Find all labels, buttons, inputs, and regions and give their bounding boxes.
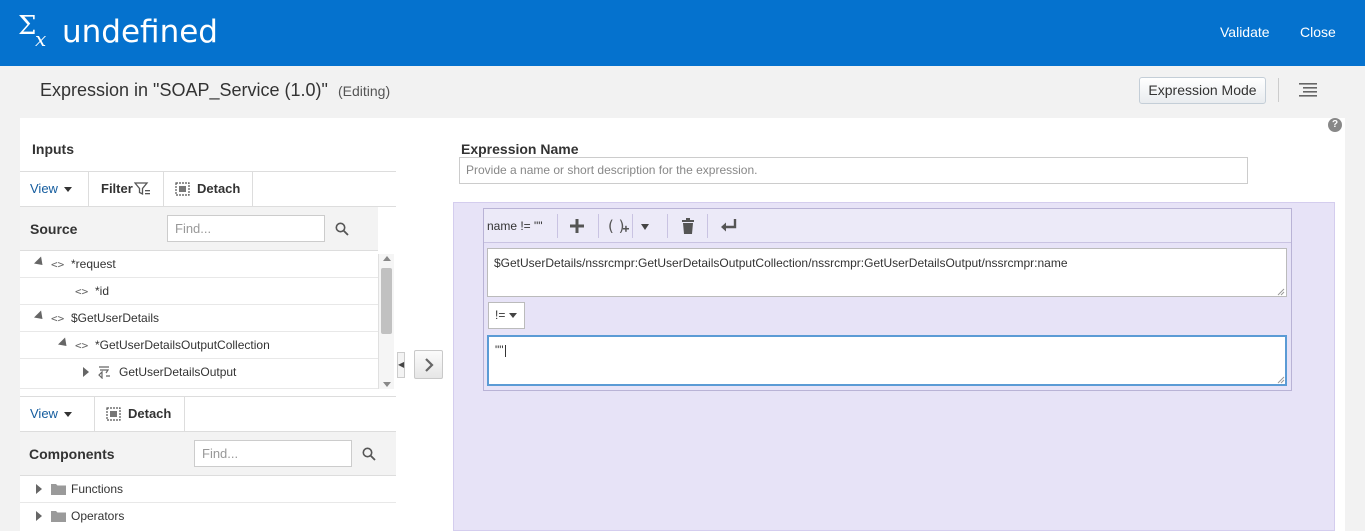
- search-icon[interactable]: [362, 447, 376, 461]
- view-menu[interactable]: View: [30, 172, 72, 206]
- resize-grip-icon[interactable]: [1277, 288, 1285, 296]
- tree-item-label: *GetUserDetailsOutputCollection: [95, 338, 270, 352]
- xml-element-icon: <>: [75, 285, 89, 298]
- divider: [557, 214, 558, 238]
- expand-down-icon[interactable]: [57, 337, 71, 350]
- expand-down-icon[interactable]: [33, 310, 47, 323]
- detach-label: Detach: [197, 181, 241, 196]
- scroll-thumb[interactable]: [381, 268, 392, 334]
- condition-toolbar: name != "" ( ): [484, 209, 1291, 243]
- view-menu[interactable]: View: [30, 397, 72, 431]
- left-operand-field[interactable]: $GetUserDetails/nssrcmpr:GetUserDetailsO…: [487, 248, 1287, 297]
- chevron-down-icon: [63, 412, 72, 418]
- tree-row-functions[interactable]: Functions: [20, 476, 396, 503]
- expression-title: Expression in "SOAP_Service (1.0)": [40, 80, 328, 100]
- operator-select[interactable]: !=: [488, 302, 525, 329]
- inputs-toolbar: View Filter Detach: [20, 171, 396, 207]
- xml-element-icon: <>: [75, 339, 89, 352]
- inputs-heading: Inputs: [32, 141, 74, 157]
- tree-row-output-collection[interactable]: <> *GetUserDetailsOutputCollection: [20, 332, 378, 359]
- svg-text:x: x: [35, 27, 46, 50]
- scroll-down-icon[interactable]: [383, 382, 391, 387]
- svg-text:( ): ( ): [608, 217, 624, 235]
- source-label: Source: [30, 221, 78, 237]
- view-label: View: [30, 181, 58, 196]
- tree-row-operators[interactable]: Operators: [20, 503, 396, 530]
- sigma-x-logo-icon: Σ x: [18, 11, 46, 50]
- expand-down-icon[interactable]: [33, 256, 47, 269]
- tree-row-id[interactable]: <> *id: [20, 278, 378, 305]
- add-group-icon[interactable]: ( ): [608, 217, 630, 235]
- divider: [163, 172, 164, 206]
- filter-label: Filter: [101, 181, 133, 196]
- tree-row-output[interactable]: GetUserDetailsOutput: [20, 359, 378, 389]
- folder-icon: [51, 484, 66, 495]
- search-icon[interactable]: [335, 222, 349, 236]
- tree-row-request[interactable]: <> *request: [20, 251, 378, 278]
- expression-name-input[interactable]: Provide a name or short description for …: [459, 157, 1248, 184]
- text-caret: [504, 344, 506, 357]
- tree-item-label: *id: [95, 284, 110, 298]
- expand-right-icon[interactable]: [83, 367, 89, 377]
- xml-element-icon: <>: [51, 312, 65, 325]
- folder-icon: [51, 511, 66, 522]
- divider: [252, 172, 253, 206]
- tree-item-label: GetUserDetailsOutput: [119, 365, 237, 379]
- tree-row-getuserdetails[interactable]: <> $GetUserDetails: [20, 305, 378, 332]
- help-icon[interactable]: ?: [1328, 118, 1342, 132]
- filter-icon: [134, 182, 150, 196]
- validate-button[interactable]: Validate: [1220, 24, 1270, 40]
- insert-into-expression-button[interactable]: [414, 350, 443, 379]
- source-header: Source Find...: [20, 207, 378, 251]
- trash-icon[interactable]: [679, 217, 697, 235]
- menu-lines-icon[interactable]: [1299, 82, 1317, 98]
- divider: [598, 214, 599, 238]
- view-label: View: [30, 406, 58, 421]
- expression-mode-button[interactable]: Expression Mode: [1139, 77, 1266, 104]
- filter-button[interactable]: Filter: [101, 172, 150, 206]
- detach-icon: [175, 182, 190, 196]
- tree-item-label: *request: [71, 257, 116, 271]
- detach-label: Detach: [128, 406, 172, 421]
- chevron-down-icon: [63, 187, 72, 193]
- condition-summary: name != "": [487, 219, 543, 233]
- chevron-down-icon[interactable]: [641, 224, 649, 230]
- editing-status: (Editing): [338, 83, 391, 99]
- right-operand-field[interactable]: "": [487, 335, 1287, 386]
- operator-value: !=: [495, 308, 506, 322]
- tree-item-label: Operators: [71, 509, 125, 523]
- right-operand-value: "": [495, 343, 504, 357]
- page-title: undefined: [62, 14, 218, 50]
- chevron-down-icon: [509, 313, 518, 319]
- divider: [94, 397, 95, 431]
- expression-name-label: Expression Name: [461, 141, 579, 157]
- components-header: Components Find...: [20, 432, 396, 476]
- detach-icon: [106, 407, 121, 421]
- close-button[interactable]: Close: [1300, 24, 1336, 40]
- scroll-up-icon[interactable]: [383, 256, 391, 261]
- divider: [88, 172, 89, 206]
- enter-return-icon[interactable]: [720, 217, 738, 235]
- divider: [184, 397, 185, 431]
- divider: [632, 214, 633, 238]
- components-label: Components: [29, 446, 115, 462]
- collapse-left-icon[interactable]: ◀: [397, 352, 405, 378]
- add-icon[interactable]: [568, 217, 586, 235]
- complex-type-icon: [98, 366, 110, 379]
- divider: [667, 214, 668, 238]
- divider: [707, 214, 708, 238]
- app-header: Σ x undefined Validate Close: [0, 0, 1365, 66]
- resize-grip-icon[interactable]: [1277, 376, 1285, 384]
- expand-right-icon[interactable]: [36, 511, 42, 521]
- tree-item-label: $GetUserDetails: [71, 311, 160, 325]
- toolbar-divider: [1278, 78, 1279, 102]
- svg-text:Σ: Σ: [18, 11, 36, 41]
- tree-item-label: Functions: [71, 482, 124, 496]
- xml-element-icon: <>: [51, 258, 65, 271]
- chevron-right-icon: [425, 358, 434, 372]
- components-search-input[interactable]: Find...: [194, 440, 352, 467]
- expand-right-icon[interactable]: [36, 484, 42, 494]
- components-toolbar: View Detach: [20, 396, 396, 432]
- source-search-input[interactable]: Find...: [167, 215, 325, 242]
